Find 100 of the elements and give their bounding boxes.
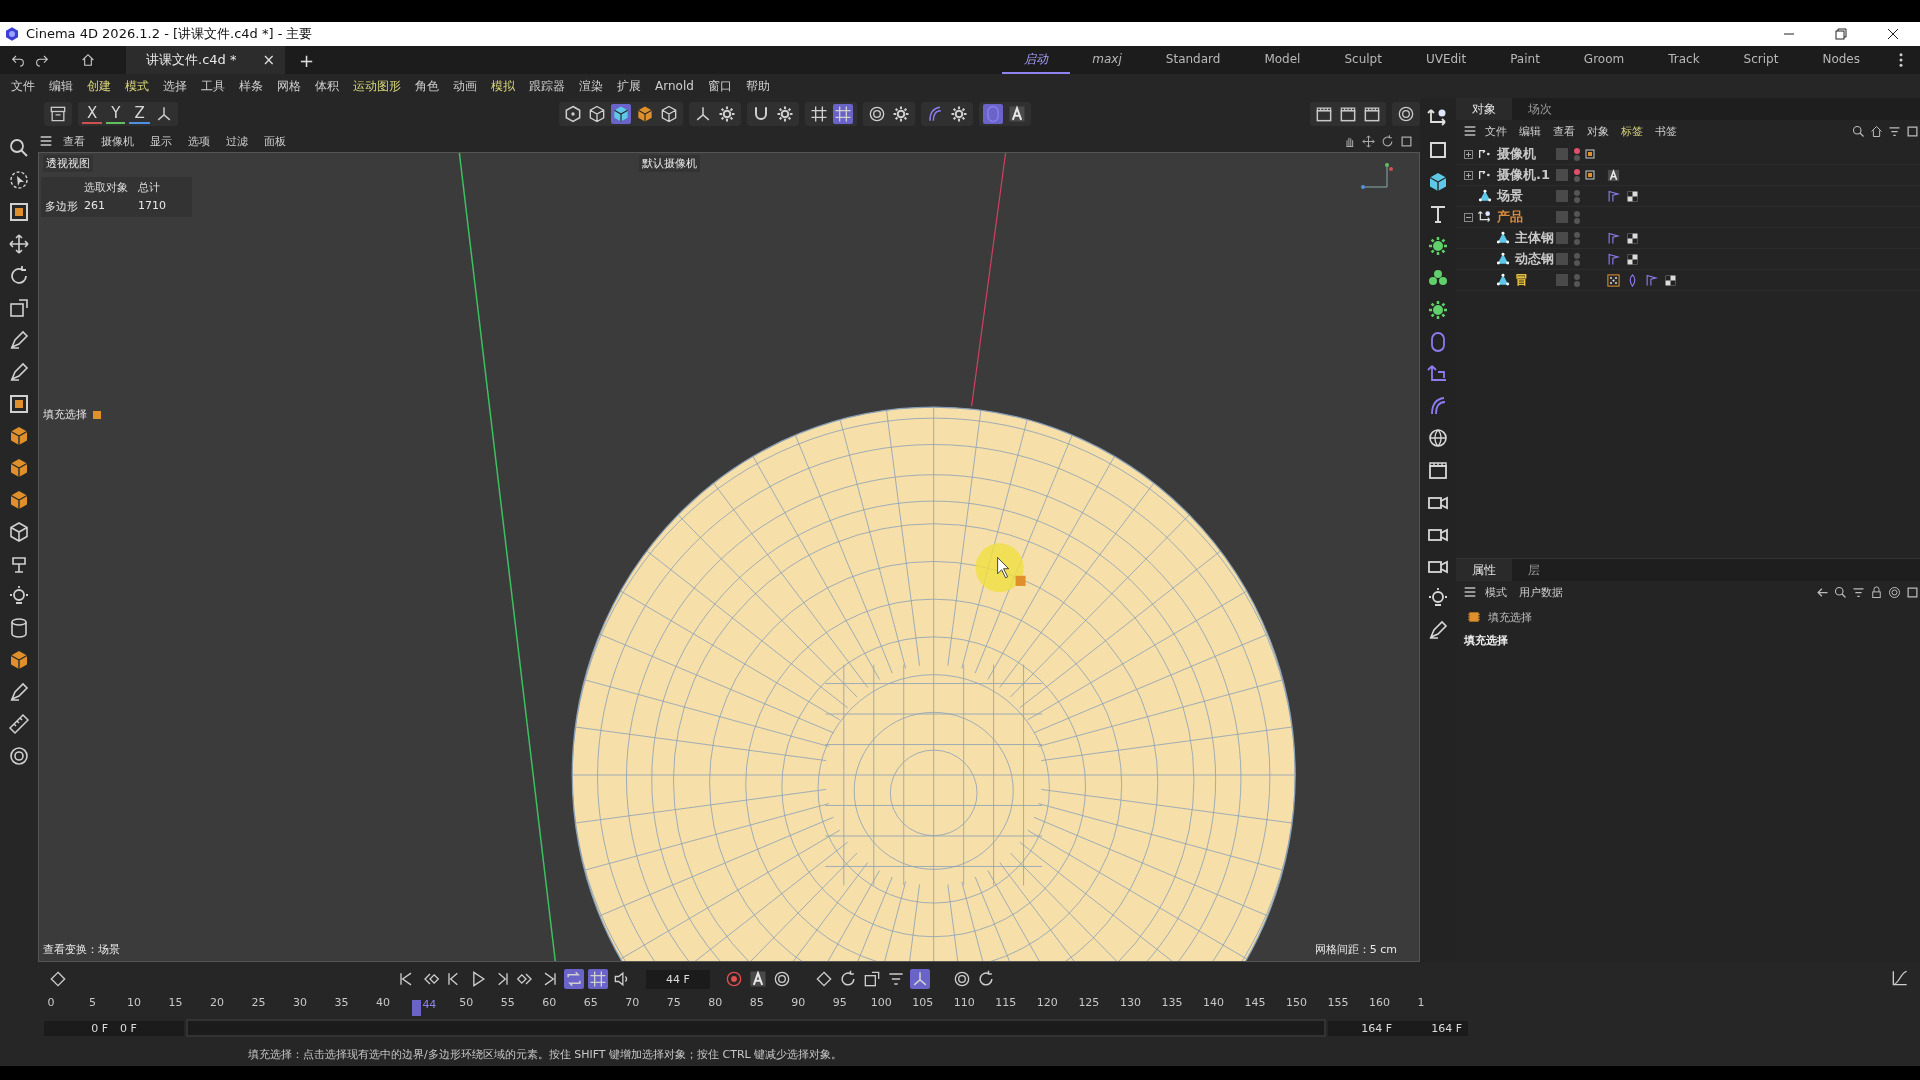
object-name[interactable]: 产品 <box>1497 208 1523 226</box>
visibility-dots[interactable] <box>1574 231 1580 245</box>
phong-tag-icon[interactable] <box>1606 251 1621 267</box>
globe-icon[interactable] <box>1426 426 1450 450</box>
menu-item[interactable]: 模拟 <box>484 77 522 95</box>
home-icon[interactable] <box>80 52 96 68</box>
move-icon[interactable] <box>7 232 31 256</box>
viewport-menu-item[interactable]: 摄像机 <box>94 133 141 149</box>
axis-lock-button[interactable]: X <box>82 104 103 124</box>
menu-item[interactable]: 样条 <box>232 77 270 95</box>
visibility-dots[interactable] <box>1574 189 1580 203</box>
menu-item[interactable]: 模式 <box>118 77 156 95</box>
gear-icon[interactable] <box>1426 298 1450 322</box>
panel-tab[interactable]: 属性 <box>1456 559 1512 581</box>
layout-tab[interactable]: Model <box>1242 46 1323 74</box>
menu-item[interactable]: 选择 <box>156 77 194 95</box>
square-icon[interactable] <box>1905 584 1920 600</box>
document-tab[interactable]: 讲课文件.c4d * × <box>126 46 285 74</box>
layout-tab[interactable]: Track <box>1646 46 1722 74</box>
expand-toggle[interactable] <box>1464 170 1473 180</box>
viewport-menu-item[interactable]: 过滤 <box>219 133 255 149</box>
viewport-menu-item[interactable]: 查看 <box>56 133 92 149</box>
menu-item[interactable]: 扩展 <box>610 77 648 95</box>
target-icon[interactable] <box>1887 584 1902 600</box>
gear-icon[interactable] <box>1426 234 1450 258</box>
frame-icon[interactable] <box>7 200 31 224</box>
frame-icon[interactable] <box>7 392 31 416</box>
panel-tab[interactable]: 场次 <box>1512 98 1568 120</box>
object-name[interactable]: 摄像机 <box>1497 145 1536 163</box>
loop-icon[interactable] <box>564 969 584 989</box>
menu-item[interactable]: 网格 <box>270 77 308 95</box>
layout-tab[interactable]: Standard <box>1143 46 1243 74</box>
menu-item[interactable]: 帮助 <box>738 77 777 95</box>
menu-item[interactable]: 创建 <box>80 77 118 95</box>
start-frame-field[interactable]: 0 F <box>44 1020 114 1036</box>
visibility-dots[interactable] <box>1574 210 1580 224</box>
target-icon[interactable] <box>7 744 31 768</box>
edit-toggle[interactable] <box>1556 232 1568 244</box>
menu-item[interactable]: 动画 <box>446 77 484 95</box>
menu-icon[interactable] <box>1462 584 1478 600</box>
menu-item[interactable]: 工具 <box>194 77 232 95</box>
menu-item[interactable]: 跟踪器 <box>522 77 572 95</box>
playhead[interactable] <box>412 1000 422 1016</box>
menu-item[interactable]: 角色 <box>408 77 446 95</box>
menu-item[interactable]: 文件 <box>4 77 42 95</box>
viewport-menu-item[interactable]: 选项 <box>181 133 217 149</box>
object-name[interactable]: 动态钢 <box>1515 250 1554 268</box>
visibility-dots[interactable] <box>1574 273 1580 287</box>
panel-tab[interactable]: 层 <box>1512 559 1556 581</box>
expand-toggle[interactable] <box>1464 212 1473 222</box>
panel-menu-item[interactable]: 查看 <box>1548 123 1580 139</box>
cursor-icon[interactable] <box>7 168 31 192</box>
edit-toggle[interactable] <box>1556 148 1568 160</box>
search-icon[interactable] <box>1833 584 1848 600</box>
add-tab-button[interactable]: + <box>293 49 321 71</box>
cube-icon[interactable] <box>7 520 31 544</box>
pen-icon[interactable] <box>7 680 31 704</box>
menu-item[interactable]: 体积 <box>308 77 346 95</box>
object-name[interactable]: 摄像机.1 <box>1497 166 1550 184</box>
search-icon[interactable] <box>1851 123 1866 139</box>
preview-end-field[interactable]: 164 F <box>1328 1020 1398 1036</box>
layout-tab[interactable]: Nodes <box>1800 46 1882 74</box>
layout-tab[interactable]: maxj <box>1070 46 1144 74</box>
phong-tag-icon[interactable] <box>1606 230 1621 246</box>
annotation-tag-icon[interactable] <box>1606 167 1621 183</box>
expand-toggle[interactable] <box>1464 149 1473 159</box>
phong-tag-icon[interactable] <box>1644 272 1659 288</box>
menu-item[interactable]: 运动图形 <box>346 77 408 95</box>
layout-tab[interactable]: Script <box>1721 46 1801 74</box>
menu-item[interactable]: Arnold <box>648 79 701 93</box>
close-tab-button[interactable]: × <box>262 51 275 69</box>
move-icon[interactable] <box>1361 133 1376 149</box>
pen-icon[interactable] <box>1426 618 1450 642</box>
panel-menu-item[interactable]: 书签 <box>1650 123 1682 139</box>
panel-menu-item[interactable]: 模式 <box>1480 584 1512 600</box>
rotate-icon[interactable] <box>1380 133 1395 149</box>
layout-tab[interactable]: UVEdit <box>1403 46 1489 74</box>
visibility-dots[interactable] <box>1574 168 1580 182</box>
target-icon[interactable] <box>1396 104 1416 124</box>
viewport-menu-item[interactable]: 显示 <box>143 133 179 149</box>
panel-menu-item[interactable]: 用户数据 <box>1514 584 1568 600</box>
panel-menu-item[interactable]: 对象 <box>1582 123 1614 139</box>
edit-toggle[interactable] <box>1556 274 1568 286</box>
edit-toggle[interactable] <box>1556 169 1568 181</box>
menu-icon[interactable] <box>1462 123 1478 139</box>
menu-item[interactable]: 渲染 <box>572 77 610 95</box>
object-name[interactable]: 冒 <box>1515 271 1528 289</box>
grid-icon[interactable] <box>588 969 608 989</box>
menu-item[interactable]: 编辑 <box>42 77 80 95</box>
end-frame-field[interactable]: 164 F <box>1398 1020 1468 1036</box>
frame-icon[interactable] <box>1584 169 1596 181</box>
lock-icon[interactable] <box>1869 584 1884 600</box>
scale-icon[interactable] <box>7 296 31 320</box>
object-name[interactable]: 主体钢 <box>1515 229 1554 247</box>
pen-icon[interactable] <box>7 328 31 352</box>
home-icon[interactable] <box>1869 123 1884 139</box>
pen-icon[interactable] <box>7 360 31 384</box>
keyframe-icon[interactable] <box>48 969 68 989</box>
viewport-menu-item[interactable]: 面板 <box>257 133 293 149</box>
ruler-icon[interactable] <box>7 712 31 736</box>
